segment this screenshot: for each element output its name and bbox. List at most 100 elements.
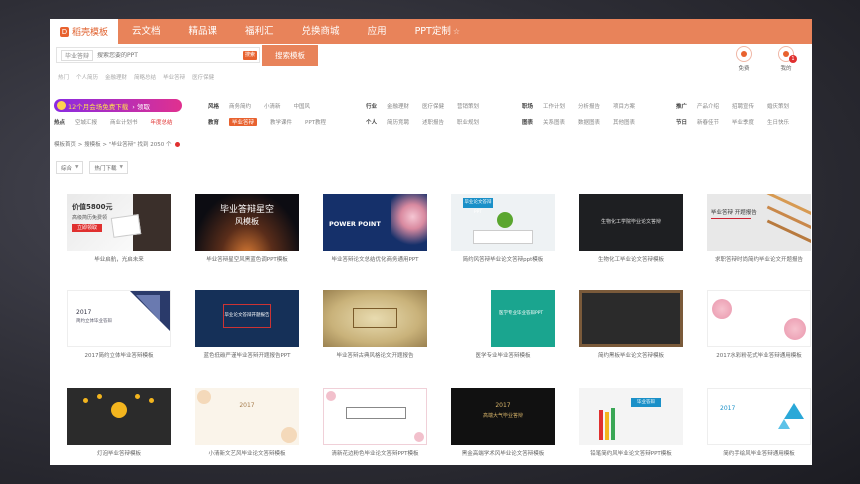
pencil-image [611, 408, 615, 440]
filter-option[interactable]: 医疗保健 [422, 102, 444, 110]
template-thumbnail: 2017 简约立体毕业答辩 [67, 290, 171, 347]
lightbulb-icon [97, 394, 102, 399]
template-thumbnail: 价值5800元 高级简历免费领 立即领取 [67, 194, 171, 251]
ornament-frame [353, 308, 397, 328]
hot-word[interactable]: 金融理财 [105, 73, 127, 81]
filter-option[interactable]: 生日快乐 [767, 118, 789, 126]
filter-option[interactable]: 商务简约 [229, 102, 251, 110]
filter-label: 风格 [208, 104, 220, 110]
template-card[interactable]: 毕业答辩古典风格论文开题报告 [323, 290, 427, 359]
thumb-text: 2017 [720, 405, 736, 412]
nav-item-mall[interactable]: 兑换商城 [288, 19, 354, 44]
template-card[interactable]: 灯泡毕业答辩模板 [67, 388, 171, 457]
filter-option-selected[interactable]: 毕业答辩 [229, 118, 258, 126]
filter-option[interactable]: 简历竞聘 [387, 118, 409, 126]
filter-option[interactable]: 商业计划书 [110, 118, 138, 126]
paper-image [110, 214, 142, 238]
filter-option[interactable]: 其他图表 [613, 118, 635, 126]
filter-option[interactable]: 小清新 [264, 102, 281, 110]
template-card[interactable]: 2017 简约立体毕业答辩 2017简约立体毕业答辩模板 [67, 290, 171, 359]
hot-word[interactable]: 医疗保健 [192, 73, 214, 81]
search-box[interactable]: 毕业答辩 搜索 [56, 47, 260, 63]
template-card[interactable]: 简约黑板毕业论文答辩模板 [579, 290, 683, 359]
app-window: D 稻壳模板 云文档 精品课 福利汇 兑换商城 应用 PPT定制 ☆ 毕业答辩 搜… [50, 19, 812, 465]
filter-option[interactable]: PPT教程 [305, 118, 326, 126]
template-caption: 毕业启航，光启未来 [94, 257, 144, 263]
free-button[interactable]: 免费 [736, 46, 752, 72]
filter-option[interactable]: 数据图表 [578, 118, 600, 126]
filter-option[interactable]: 营销策划 [457, 102, 479, 110]
mine-button[interactable]: 1 我的 [778, 46, 797, 72]
bird-decoration [784, 403, 804, 419]
template-card[interactable]: POWER POINT 毕业答辩论文总结优化商务通用PPT [323, 194, 427, 263]
search-row: 毕业答辩 搜索 搜索模板 热门 个人简历 金融理财 简略总结 毕业答辩 医疗保健… [50, 44, 812, 86]
sort-label: 综合 [61, 165, 73, 172]
nav-item-welfare[interactable]: 福利汇 [231, 19, 288, 44]
promo-claim[interactable]: › 领取 [132, 101, 150, 111]
hot-word[interactable]: 简略总结 [134, 73, 156, 81]
filter-style: 风格 商务简约 小清新 中国风 [208, 102, 323, 110]
filter-option[interactable]: 金融理财 [387, 102, 409, 110]
search-input[interactable] [97, 51, 218, 59]
template-thumbnail [323, 388, 427, 445]
brand-tab[interactable]: D 稻壳模板 [50, 19, 118, 44]
search-template-button[interactable]: 搜索模板 [262, 45, 318, 66]
nav-item-ppt-custom[interactable]: PPT定制 ☆ [401, 19, 474, 44]
template-thumbnail [323, 290, 427, 347]
filter-workplace: 职场 工作计划 分析报告 项目方案 [522, 102, 648, 110]
clear-filter-icon[interactable] [174, 142, 180, 147]
hot-word[interactable]: 个人简历 [76, 73, 98, 81]
hot-word[interactable]: 毕业答辩 [163, 73, 185, 81]
filter-option[interactable]: 项目方案 [613, 102, 635, 110]
nav-item-courses[interactable]: 精品课 [175, 19, 232, 44]
sort-hot-download-dropdown[interactable]: 热门下载 ▼ [89, 161, 128, 174]
template-card[interactable]: 毕业答辩星空 风模板 毕业答辩星空风黑蓝色调PPT模板 [195, 194, 299, 263]
doctor-coat-image [451, 290, 491, 347]
filter-option[interactable]: 婚庆策划 [767, 102, 789, 110]
filter-option[interactable]: 招聘宣传 [732, 102, 754, 110]
filter-option[interactable]: 中国风 [294, 102, 311, 110]
filter-option[interactable]: 分析报告 [578, 102, 600, 110]
template-card[interactable]: 医学专业毕业答辩PPT 医学专业毕业答辩模板 [451, 290, 555, 359]
filter-option[interactable]: 空城汇报 [75, 118, 97, 126]
filter-panel: 12个月会场免费下载 › 领取 风格 商务简约 小清新 中国风 行业 金融理财 … [50, 99, 812, 129]
template-caption: 黑金高端学术风毕业论文答辩模板 [461, 451, 545, 457]
docer-logo-icon: D [59, 26, 69, 37]
thumb-text: 简约立体毕业答辩 [76, 319, 112, 324]
template-caption: 求职答辩时尚简约毕业论文开题报告 [714, 257, 803, 263]
template-card[interactable]: 毕业答辩 铅笔简约风毕业论文答辩PPT模板 [579, 388, 683, 457]
template-thumbnail: 2017 高端大气毕业答辩 [451, 388, 555, 445]
template-card[interactable]: 毕业论文答辩PPT 简约风答辩毕业论文答辩ppt模板 [451, 194, 555, 263]
template-card[interactable]: 2017 小清新文艺风毕业论文答辩模板 [195, 388, 299, 457]
template-card[interactable]: 清新花边粉色毕业论文答辩PPT模板 [323, 388, 427, 457]
user-icon: 1 [778, 46, 797, 63]
sort-comprehensive-dropdown[interactable]: 综合 ▼ [56, 161, 84, 174]
filter-option[interactable]: 职业规划 [457, 118, 479, 126]
filter-option[interactable]: 教学课件 [270, 118, 292, 126]
template-card[interactable]: 生物化工学院毕业论文答辩 生物化工毕业论文答辩模板 [579, 194, 683, 263]
promo-banner[interactable]: 12个月会场免费下载 › 领取 [54, 99, 182, 112]
filter-option[interactable]: 毕业季度 [732, 118, 754, 126]
nav-item-apps[interactable]: 应用 [354, 19, 401, 44]
template-thumbnail: 毕业答辩星空 风模板 [195, 194, 299, 251]
template-thumbnail: 生物化工学院毕业论文答辩 [579, 194, 683, 251]
template-card[interactable]: 2017 简约手绘风毕业答辩通用模板 [707, 388, 811, 457]
nav-item-cloud-docs[interactable]: 云文档 [118, 19, 175, 44]
search-chip[interactable]: 毕业答辩 [61, 49, 94, 61]
search-go-button[interactable]: 搜索 [243, 51, 257, 60]
filter-option[interactable]: 关系图表 [543, 118, 565, 126]
template-card[interactable]: 毕业论文答辩开题报告 蓝色低碳严谨毕业答辩开题报告PPT [195, 290, 299, 359]
pencil-image [766, 194, 811, 216]
filter-option[interactable]: 工作计划 [543, 102, 565, 110]
template-card[interactable]: 毕业答辩 开题报告 求职答辩时尚简约毕业论文开题报告 [707, 194, 811, 263]
filter-option[interactable]: 新春佳节 [697, 118, 719, 126]
filter-label: 职场 [522, 104, 534, 110]
template-card[interactable]: 价值5800元 高级简历免费领 立即领取 毕业启航，光启未来 [67, 194, 171, 263]
template-card[interactable]: 2017水彩粉花式毕业答辩通用模板 [707, 290, 811, 359]
filter-option[interactable]: 年度总结 [151, 118, 173, 126]
template-caption: 毕业答辩古典风格论文开题报告 [336, 353, 414, 359]
filter-label: 节日 [676, 120, 688, 126]
template-card[interactable]: 2017 高端大气毕业答辩 黑金高端学术风毕业论文答辩模板 [451, 388, 555, 457]
filter-option[interactable]: 产品介绍 [697, 102, 719, 110]
filter-option[interactable]: 述职报告 [422, 118, 444, 126]
